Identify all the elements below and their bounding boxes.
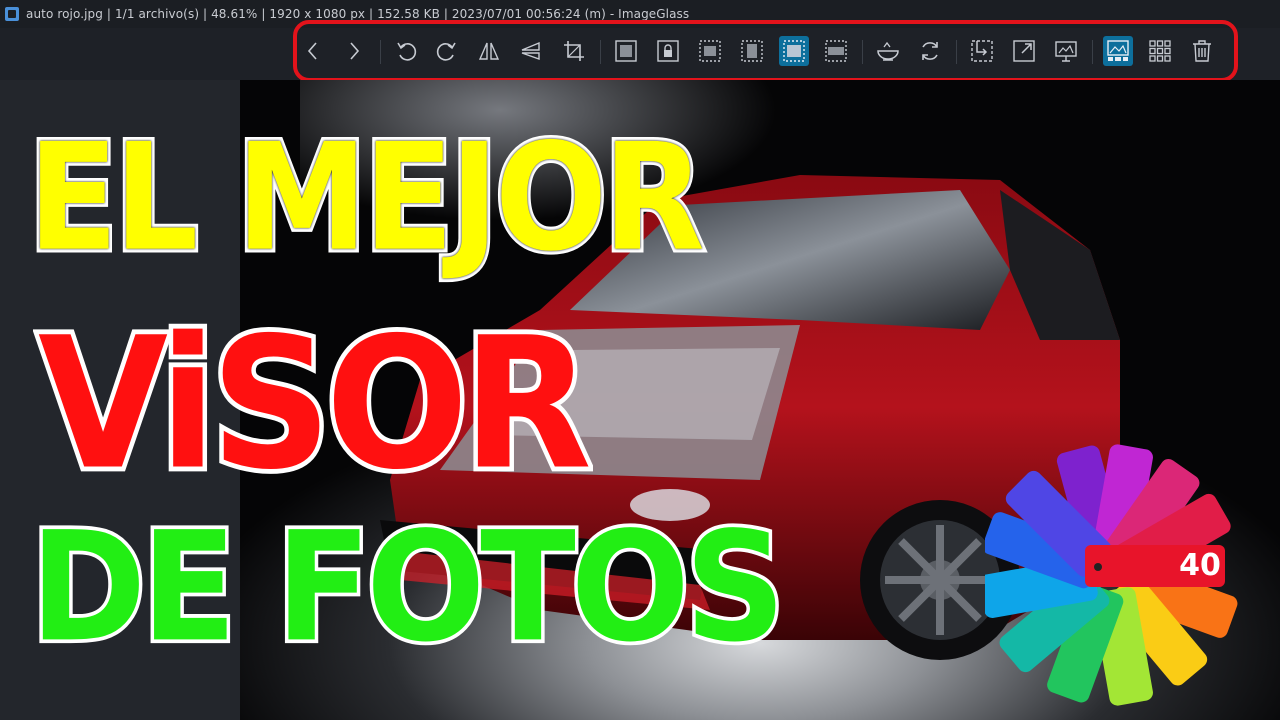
logo-badge-text: 40 [1179, 548, 1221, 583]
headline-line-2: ViSOR [34, 293, 597, 514]
imageglass-app-icon [5, 7, 19, 21]
imageglass-logo: 40 [985, 444, 1238, 706]
headline-line-1: EL MEJOR [25, 108, 709, 288]
headline-line-3: DE FOTOS [27, 496, 790, 680]
toolbar-highlight-frame [293, 20, 1238, 82]
window-title: auto rojo.jpg | 1/1 archivo(s) | 48.61% … [26, 7, 690, 21]
